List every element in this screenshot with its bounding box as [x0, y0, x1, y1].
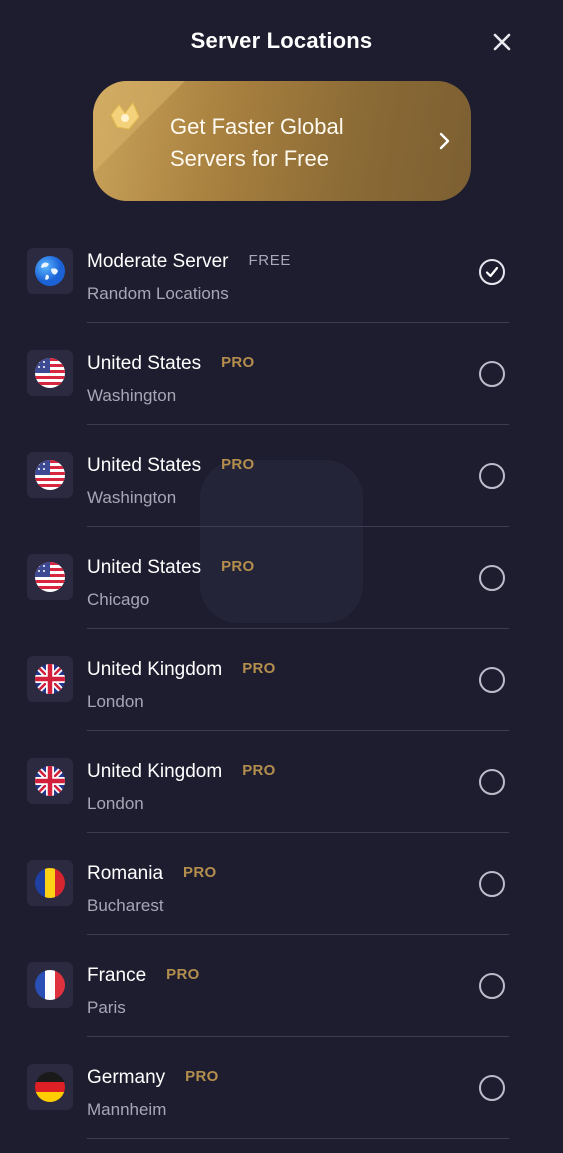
server-country: United States — [87, 353, 202, 374]
server-country: United States — [87, 455, 202, 476]
server-city: Chicago — [87, 590, 150, 609]
header: Server Locations — [0, 0, 563, 82]
row-divider — [87, 526, 509, 527]
server-name-line: Romania PRO — [87, 863, 216, 885]
flag-container — [27, 350, 73, 396]
radio-unselected[interactable] — [479, 667, 505, 693]
server-country: Germany — [87, 1067, 166, 1088]
server-name-line: Moderate Server FREE — [87, 251, 291, 273]
server-country: United Kingdom — [87, 761, 223, 782]
row-divider — [87, 1138, 509, 1139]
pro-badge: PRO — [242, 762, 276, 779]
pro-badge: PRO — [242, 660, 276, 677]
server-country: United States — [87, 557, 202, 578]
flag-us-icon — [35, 358, 65, 388]
banner-line-2: Servers for Free — [170, 146, 329, 171]
flag-uk-icon — [35, 766, 65, 796]
row-divider — [87, 730, 509, 731]
row-divider — [87, 934, 509, 935]
radio-unselected[interactable] — [479, 973, 505, 999]
radio-unselected[interactable] — [479, 361, 505, 387]
flag-fr-icon — [35, 970, 65, 1000]
server-row[interactable]: United States PRO Washington — [0, 329, 563, 431]
server-country: Moderate Server — [87, 251, 229, 272]
flag-us-icon — [35, 460, 65, 490]
radio-unselected[interactable] — [479, 769, 505, 795]
server-name-line: United States PRO — [87, 455, 254, 477]
server-row[interactable]: Moderate Server FREE Random Locations — [0, 227, 563, 329]
flag-ro-icon — [35, 868, 65, 898]
flag-container — [27, 656, 73, 702]
radio-unselected[interactable] — [479, 871, 505, 897]
server-name-line: United States PRO — [87, 557, 254, 579]
checkmark-icon — [485, 266, 499, 278]
pro-badge: PRO — [221, 354, 255, 371]
server-name-line: United Kingdom PRO — [87, 761, 276, 783]
row-divider — [87, 628, 509, 629]
flag-uk-icon — [35, 664, 65, 694]
server-country: Romania — [87, 863, 164, 884]
server-name-line: France PRO — [87, 965, 200, 987]
flag-us-icon — [35, 562, 65, 592]
radio-unselected[interactable] — [479, 1075, 505, 1101]
server-row[interactable]: Romania PRO Bucharest — [0, 839, 563, 941]
chevron-right-icon — [439, 132, 450, 150]
banner-line-1: Get Faster Global — [170, 114, 344, 139]
flag-de-icon — [35, 1072, 65, 1102]
server-city: London — [87, 794, 144, 813]
server-country: United Kingdom — [87, 659, 223, 680]
row-divider — [87, 424, 509, 425]
radio-unselected[interactable] — [479, 565, 505, 591]
server-row[interactable]: United States PRO Washington — [0, 431, 563, 533]
server-list: Moderate Server FREE Random Locations Unite… — [0, 227, 563, 1145]
pro-badge: PRO — [166, 966, 200, 983]
server-city: Washington — [87, 488, 177, 507]
page-title: Server Locations — [190, 28, 373, 53]
server-city: London — [87, 692, 144, 711]
server-city: Washington — [87, 386, 177, 405]
server-row[interactable]: United Kingdom PRO London — [0, 737, 563, 839]
row-divider — [87, 1036, 509, 1037]
pro-badge: PRO — [185, 1068, 219, 1085]
server-country: France — [87, 965, 147, 986]
row-divider — [87, 832, 509, 833]
pro-badge: PRO — [221, 558, 255, 575]
server-city: Paris — [87, 998, 126, 1017]
server-row[interactable]: United States PRO Chicago — [0, 533, 563, 635]
row-divider — [87, 322, 509, 323]
upgrade-banner[interactable]: Get Faster Global Servers for Free — [93, 81, 471, 201]
globe-icon — [35, 256, 65, 286]
flag-container — [27, 962, 73, 1008]
server-row[interactable]: United Kingdom PRO London — [0, 635, 563, 737]
flag-container — [27, 452, 73, 498]
flag-container — [27, 758, 73, 804]
server-row[interactable]: France PRO Paris — [0, 941, 563, 1043]
server-name-line: United States PRO — [87, 353, 254, 375]
pro-badge: PRO — [221, 456, 255, 473]
server-city: Mannheim — [87, 1100, 167, 1119]
flag-container — [27, 1064, 73, 1110]
flag-container — [27, 860, 73, 906]
crown-icon — [110, 102, 140, 130]
close-icon[interactable] — [489, 29, 515, 55]
flag-container — [27, 248, 73, 294]
pro-badge: PRO — [183, 864, 217, 881]
server-row[interactable]: Germany PRO Mannheim — [0, 1043, 563, 1145]
server-city: Random Locations — [87, 284, 229, 303]
server-name-line: United Kingdom PRO — [87, 659, 276, 681]
radio-selected[interactable] — [479, 259, 505, 285]
server-name-line: Germany PRO — [87, 1067, 219, 1089]
server-city: Bucharest — [87, 896, 164, 915]
radio-unselected[interactable] — [479, 463, 505, 489]
flag-container — [27, 554, 73, 600]
banner-text: Get Faster Global Servers for Free — [170, 111, 390, 175]
free-badge: FREE — [248, 252, 291, 269]
